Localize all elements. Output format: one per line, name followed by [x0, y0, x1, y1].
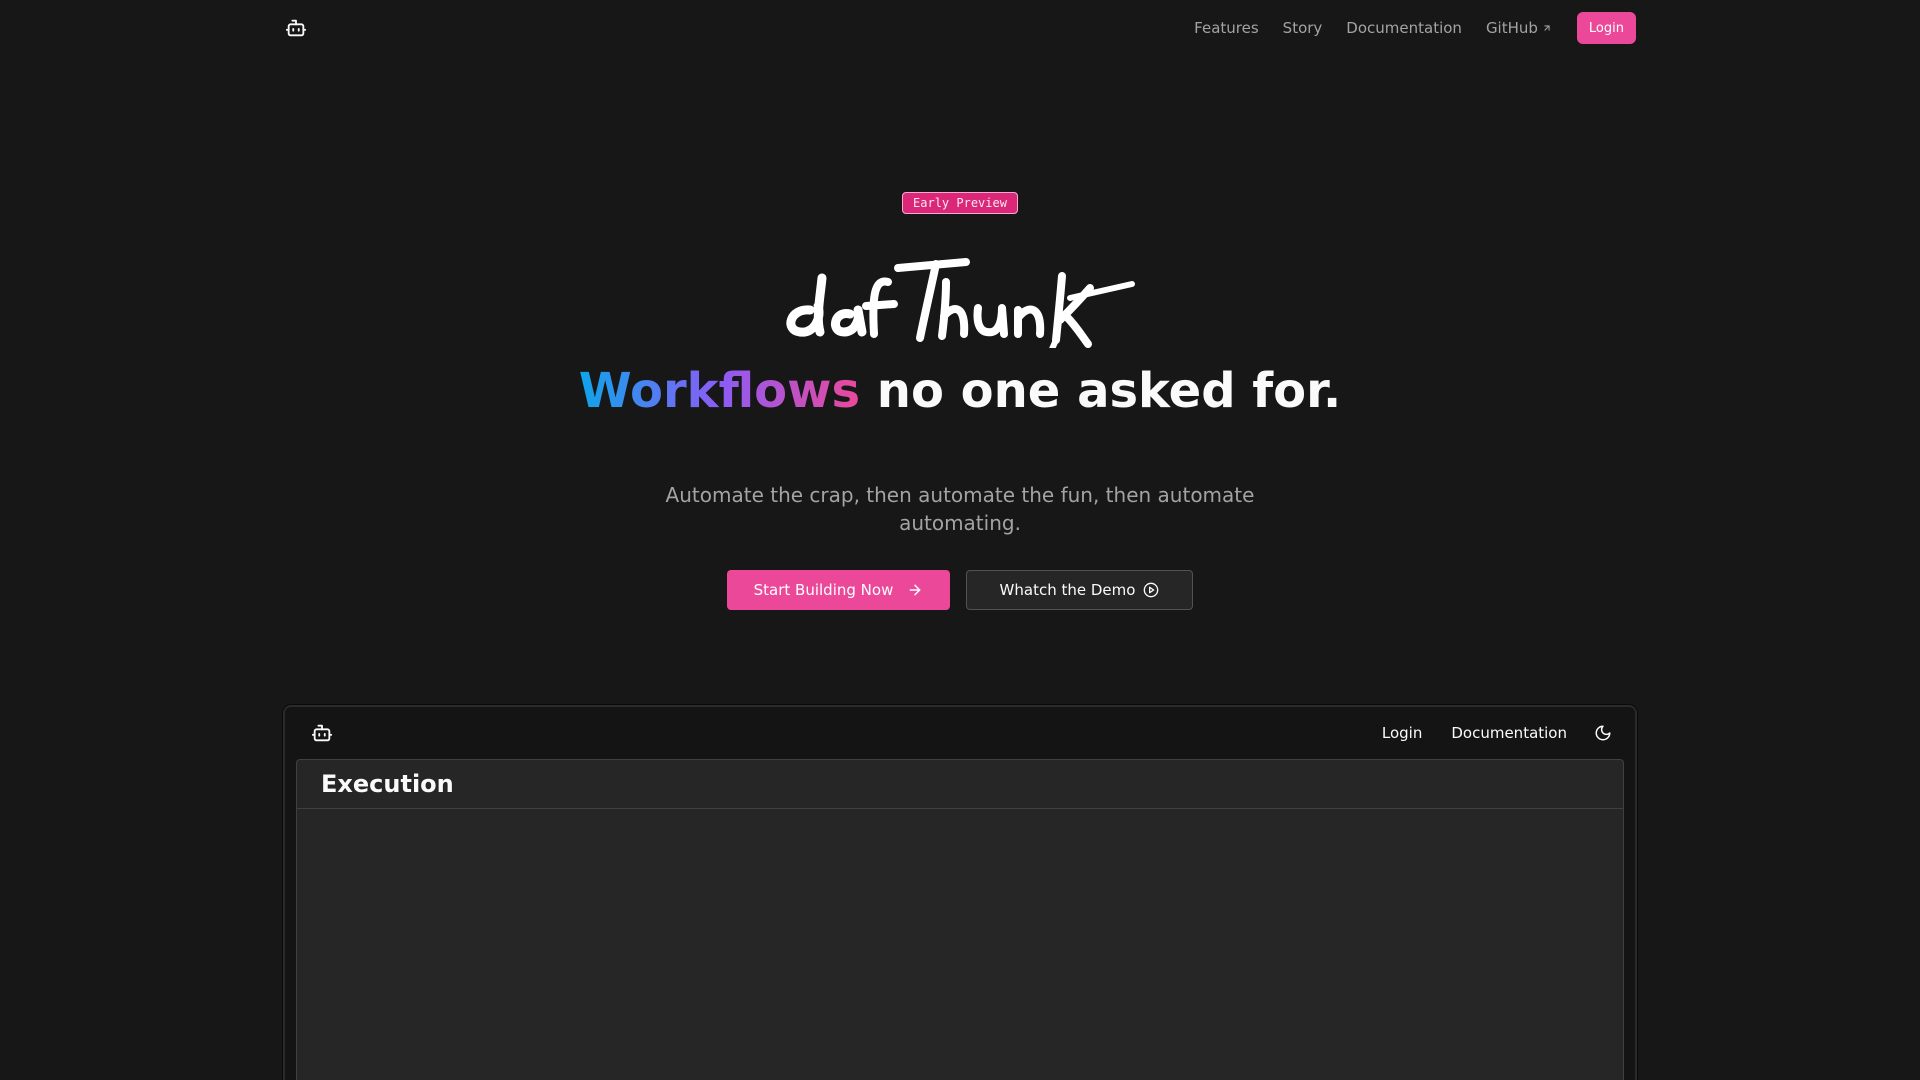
top-nav: Features Story Documentation GitHub Logi… [283, 0, 1636, 56]
arrow-up-right-icon [1544, 25, 1550, 31]
preview-header-actions: Login Documentation [1353, 723, 1613, 743]
hero-subline: Automate the crap, then automate the fun… [665, 483, 1255, 535]
watch-demo-label: Whatch the Demo [999, 581, 1136, 599]
app-preview: Login Documentation Execution [283, 705, 1637, 1080]
watch-demo-button[interactable]: Whatch the Demo [966, 570, 1193, 610]
headline-highlight: Workflows [578, 363, 861, 419]
execution-panel: Execution [296, 759, 1624, 1080]
nav-link-story[interactable]: Story [1283, 19, 1323, 37]
hero-headline: Workflows no one asked for. [560, 362, 1360, 420]
nav-link-features[interactable]: Features [1194, 19, 1259, 37]
headline-rest: no one asked for. [860, 363, 1342, 419]
nav-link-github[interactable]: GitHub [1486, 19, 1552, 37]
preview-documentation-link[interactable]: Documentation [1451, 724, 1567, 742]
preview-header: Login Documentation [285, 707, 1635, 759]
execution-panel-header: Execution [297, 760, 1623, 809]
execution-title: Execution [321, 770, 454, 798]
dafthunk-logotype [786, 258, 1135, 348]
login-button[interactable]: Login [1576, 12, 1636, 44]
arrow-right-icon [909, 584, 921, 596]
bot-icon[interactable] [283, 15, 309, 41]
nav-link-documentation[interactable]: Documentation [1346, 19, 1462, 37]
start-building-button[interactable]: Start Building Now [727, 570, 950, 610]
nav-link-github-label: GitHub [1485, 19, 1538, 37]
play-circle-icon [1144, 582, 1159, 598]
early-preview-badge: Early Preview [902, 192, 1018, 214]
moon-icon[interactable] [1593, 723, 1613, 743]
nav-links: Features Story Documentation GitHub Logi… [1170, 12, 1636, 44]
start-building-label: Start Building Now [753, 581, 894, 599]
bot-icon[interactable] [309, 720, 335, 746]
preview-login-link[interactable]: Login [1382, 724, 1422, 742]
